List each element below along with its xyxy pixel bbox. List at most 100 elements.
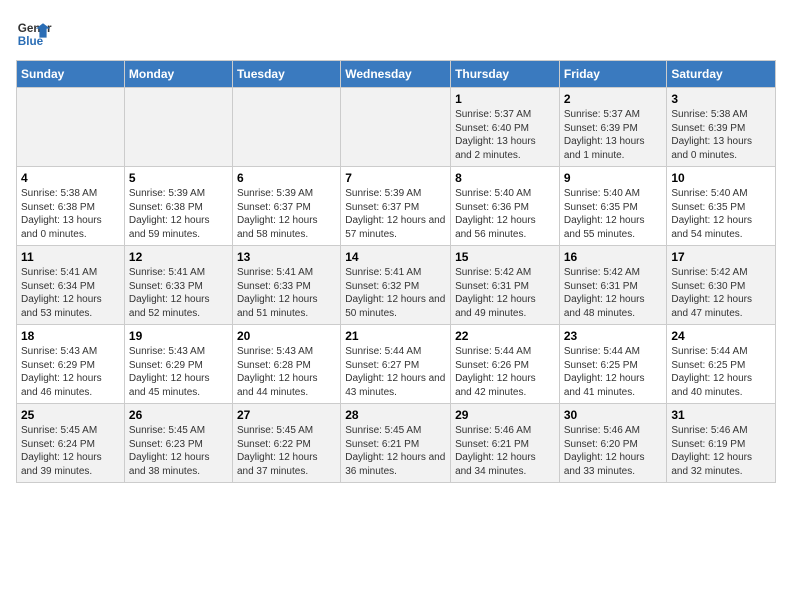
day-number: 19 <box>129 329 228 343</box>
calendar-cell: 25 Sunrise: 5:45 AM Sunset: 6:24 PM Dayli… <box>17 404 125 483</box>
header: General Blue <box>16 16 776 52</box>
day-info: Sunrise: 5:43 AM Sunset: 6:29 PM Dayligh… <box>129 345 228 399</box>
week-row-2: 4Sunrise: 5:38 AM Sunset: 6:38 PM Daylig… <box>17 167 776 246</box>
day-info: Sunrise: 5:43 AM Sunset: 6:28 PM Dayligh… <box>237 345 336 399</box>
day-info: Sunrise: 5:45 AM Sunset: 6:21 PM Dayligh… <box>345 424 446 478</box>
day-number: 11 <box>21 250 120 264</box>
calendar-cell: 3 Sunrise: 5:38 AM Sunset: 6:39 PM Daylig… <box>667 88 776 167</box>
day-number: 13 <box>237 250 336 264</box>
calendar-cell: 11 Sunrise: 5:41 AM Sunset: 6:34 PM Dayli… <box>17 246 125 325</box>
day-number: 20 <box>237 329 336 343</box>
day-info: Sunrise: 5:44 AM Sunset: 6:25 PM Dayligh… <box>564 345 663 399</box>
day-info: Sunrise: 5:45 AM Sunset: 6:24 PM Dayligh… <box>21 424 120 478</box>
calendar-cell: 28 Sunrise: 5:45 AM Sunset: 6:21 PM Dayli… <box>341 404 451 483</box>
day-info: Sunrise: 5:44 AM Sunset: 6:26 PM Dayligh… <box>455 345 555 399</box>
day-number: 16 <box>564 250 663 264</box>
day-info: Sunrise: 5:41 AM Sunset: 6:33 PM Dayligh… <box>237 266 336 320</box>
day-info: Sunrise: 5:41 AM Sunset: 6:33 PM Dayligh… <box>129 266 228 320</box>
day-number: 5 <box>129 171 228 185</box>
day-number: 8 <box>455 171 555 185</box>
day-info: Sunrise: 5:40 AM Sunset: 6:36 PM Dayligh… <box>455 187 555 241</box>
calendar-cell <box>17 88 125 167</box>
day-info: Sunrise: 5:45 AM Sunset: 6:23 PM Dayligh… <box>129 424 228 478</box>
calendar-cell: 15 Sunrise: 5:42 AM Sunset: 6:31 PM Dayli… <box>451 246 560 325</box>
calendar-cell: 23 Sunrise: 5:44 AM Sunset: 6:25 PM Dayli… <box>559 325 667 404</box>
day-number: 31 <box>671 408 771 422</box>
calendar-cell: 18 Sunrise: 5:43 AM Sunset: 6:29 PM Dayli… <box>17 325 125 404</box>
day-number: 25 <box>21 408 120 422</box>
calendar-cell: 14Sunrise: 5:41 AM Sunset: 6:32 PM Dayli… <box>341 246 451 325</box>
day-header-sunday: Sunday <box>17 61 125 88</box>
calendar-table: SundayMondayTuesdayWednesdayThursdayFrid… <box>16 60 776 483</box>
day-info: Sunrise: 5:40 AM Sunset: 6:35 PM Dayligh… <box>671 187 771 241</box>
day-number: 15 <box>455 250 555 264</box>
day-number: 23 <box>564 329 663 343</box>
calendar-cell: 17 Sunrise: 5:42 AM Sunset: 6:30 PM Dayli… <box>667 246 776 325</box>
day-number: 30 <box>564 408 663 422</box>
day-number: 12 <box>129 250 228 264</box>
week-row-4: 18 Sunrise: 5:43 AM Sunset: 6:29 PM Dayli… <box>17 325 776 404</box>
day-info: Sunrise: 5:44 AM Sunset: 6:25 PM Dayligh… <box>671 345 771 399</box>
calendar-cell: 10 Sunrise: 5:40 AM Sunset: 6:35 PM Dayli… <box>667 167 776 246</box>
day-info: Sunrise: 5:41 AM Sunset: 6:34 PM Dayligh… <box>21 266 120 320</box>
day-number: 26 <box>129 408 228 422</box>
day-number: 6 <box>237 171 336 185</box>
day-info: Sunrise: 5:45 AM Sunset: 6:22 PM Dayligh… <box>237 424 336 478</box>
day-number: 28 <box>345 408 446 422</box>
day-header-wednesday: Wednesday <box>341 61 451 88</box>
day-number: 21 <box>345 329 446 343</box>
calendar-cell: 7 Sunrise: 5:39 AM Sunset: 6:37 PM Daylig… <box>341 167 451 246</box>
calendar-cell: 22 Sunrise: 5:44 AM Sunset: 6:26 PM Dayli… <box>451 325 560 404</box>
day-header-tuesday: Tuesday <box>232 61 340 88</box>
calendar-cell: 6Sunrise: 5:39 AM Sunset: 6:37 PM Daylig… <box>232 167 340 246</box>
calendar-cell: 19 Sunrise: 5:43 AM Sunset: 6:29 PM Dayli… <box>124 325 232 404</box>
day-info: Sunrise: 5:37 AM Sunset: 6:40 PM Dayligh… <box>455 108 555 162</box>
day-info: Sunrise: 5:39 AM Sunset: 6:37 PM Dayligh… <box>345 187 446 241</box>
calendar-cell: 21Sunrise: 5:44 AM Sunset: 6:27 PM Dayli… <box>341 325 451 404</box>
day-number: 29 <box>455 408 555 422</box>
day-header-friday: Friday <box>559 61 667 88</box>
day-info: Sunrise: 5:43 AM Sunset: 6:29 PM Dayligh… <box>21 345 120 399</box>
days-header-row: SundayMondayTuesdayWednesdayThursdayFrid… <box>17 61 776 88</box>
day-info: Sunrise: 5:46 AM Sunset: 6:20 PM Dayligh… <box>564 424 663 478</box>
day-header-monday: Monday <box>124 61 232 88</box>
day-info: Sunrise: 5:39 AM Sunset: 6:38 PM Dayligh… <box>129 187 228 241</box>
day-number: 2 <box>564 92 663 106</box>
day-info: Sunrise: 5:42 AM Sunset: 6:30 PM Dayligh… <box>671 266 771 320</box>
calendar-cell: 16 Sunrise: 5:42 AM Sunset: 6:31 PM Dayli… <box>559 246 667 325</box>
day-info: Sunrise: 5:46 AM Sunset: 6:19 PM Dayligh… <box>671 424 771 478</box>
day-header-saturday: Saturday <box>667 61 776 88</box>
day-number: 27 <box>237 408 336 422</box>
calendar-cell: 8 Sunrise: 5:40 AM Sunset: 6:36 PM Daylig… <box>451 167 560 246</box>
day-number: 18 <box>21 329 120 343</box>
calendar-cell: 4Sunrise: 5:38 AM Sunset: 6:38 PM Daylig… <box>17 167 125 246</box>
day-info: Sunrise: 5:42 AM Sunset: 6:31 PM Dayligh… <box>564 266 663 320</box>
day-number: 3 <box>671 92 771 106</box>
logo-icon: General Blue <box>16 16 52 52</box>
day-info: Sunrise: 5:37 AM Sunset: 6:39 PM Dayligh… <box>564 108 663 162</box>
svg-text:General: General <box>18 22 52 35</box>
calendar-cell: 26 Sunrise: 5:45 AM Sunset: 6:23 PM Dayli… <box>124 404 232 483</box>
day-number: 7 <box>345 171 446 185</box>
calendar-cell: 29 Sunrise: 5:46 AM Sunset: 6:21 PM Dayli… <box>451 404 560 483</box>
calendar-cell: 27 Sunrise: 5:45 AM Sunset: 6:22 PM Dayli… <box>232 404 340 483</box>
calendar-cell: 9 Sunrise: 5:40 AM Sunset: 6:35 PM Daylig… <box>559 167 667 246</box>
day-info: Sunrise: 5:41 AM Sunset: 6:32 PM Dayligh… <box>345 266 446 320</box>
day-number: 22 <box>455 329 555 343</box>
day-info: Sunrise: 5:46 AM Sunset: 6:21 PM Dayligh… <box>455 424 555 478</box>
day-number: 17 <box>671 250 771 264</box>
day-number: 1 <box>455 92 555 106</box>
calendar-cell <box>232 88 340 167</box>
calendar-cell: 30 Sunrise: 5:46 AM Sunset: 6:20 PM Dayli… <box>559 404 667 483</box>
calendar-cell: 31 Sunrise: 5:46 AM Sunset: 6:19 PM Dayli… <box>667 404 776 483</box>
calendar-cell: 2 Sunrise: 5:37 AM Sunset: 6:39 PM Daylig… <box>559 88 667 167</box>
day-number: 10 <box>671 171 771 185</box>
day-info: Sunrise: 5:40 AM Sunset: 6:35 PM Dayligh… <box>564 187 663 241</box>
day-number: 9 <box>564 171 663 185</box>
calendar-cell: 5 Sunrise: 5:39 AM Sunset: 6:38 PM Daylig… <box>124 167 232 246</box>
calendar-cell <box>124 88 232 167</box>
day-info: Sunrise: 5:42 AM Sunset: 6:31 PM Dayligh… <box>455 266 555 320</box>
day-info: Sunrise: 5:38 AM Sunset: 6:39 PM Dayligh… <box>671 108 771 162</box>
day-number: 24 <box>671 329 771 343</box>
calendar-cell <box>341 88 451 167</box>
